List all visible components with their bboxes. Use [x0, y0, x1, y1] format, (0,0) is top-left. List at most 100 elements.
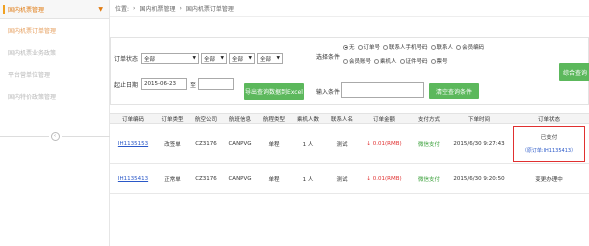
order-amount: ↓ 0.01(RMB) — [359, 164, 409, 193]
radio-circle — [343, 44, 348, 50]
col-order-time: 下单时间 — [467, 116, 490, 123]
condition-label: 选择条件 — [316, 54, 341, 61]
sidebar-item-platform-unit[interactable]: 平台营单位管理 — [0, 63, 109, 85]
payment-method: 微信支付 — [417, 141, 440, 148]
pay-select[interactable]: 全部 ▼ — [257, 53, 284, 64]
chevron-down-icon[interactable]: ▼ — [98, 6, 103, 13]
contact-name: 测试 — [336, 176, 348, 183]
date-to-input[interactable] — [198, 78, 235, 90]
col-payment: 支付方式 — [417, 116, 440, 123]
order-status-label: 订单状态 — [114, 56, 139, 63]
payment-method: 微信支付 — [417, 176, 440, 183]
radio-label: 订单号 — [363, 45, 381, 51]
col-trip-type: 航程类型 — [262, 116, 285, 123]
dropdown-arrow-icon: ▼ — [248, 56, 253, 61]
status-highlight-box: 已支付 （原订单:IH1135413） — [513, 125, 585, 162]
order-type: 改签单 — [164, 141, 181, 148]
select-value: 全部 — [144, 56, 156, 63]
radio-circle — [430, 58, 436, 64]
col-contact: 联系人名 — [330, 116, 353, 123]
passenger-count: 1 人 — [302, 141, 314, 148]
table-row[interactable]: IH1135413 正常单 CZ3176 CANPVG 单程 1 人 测试 ↓ … — [110, 164, 589, 194]
order-code-link[interactable]: IH1135153 — [110, 124, 156, 163]
radio-contact[interactable]: 联系人 — [430, 43, 454, 51]
collapse-left-icon[interactable]: ‹ — [50, 131, 60, 141]
sidebar-item-special-policy[interactable]: 国内特价政策管理 — [0, 85, 109, 107]
radio-ticket-no[interactable]: 票号 — [430, 57, 448, 65]
breadcrumb-item-domestic[interactable]: 国内机票管理 — [139, 4, 175, 13]
col-order-code: 订单编码 — [121, 116, 144, 123]
radio-label: 证件号码 — [405, 59, 428, 65]
select-value: 全部 — [204, 56, 216, 63]
sidebar-item-order-management[interactable]: 国内机票订单管理 — [0, 19, 109, 41]
passenger-count: 1 人 — [302, 176, 314, 183]
flight-info: CANPVG — [228, 140, 252, 147]
export-excel-button[interactable]: 导出查询数据到Excel — [244, 83, 304, 100]
order-type: 正常单 — [164, 176, 181, 183]
main-panel: 位置: › 国内机票管理 › 国内机票订单管理 订单状态 全部 ▼ 全部 ▼ 全部 ▼… — [110, 0, 589, 246]
order-time: 2015/6/30 9:27:43 — [453, 140, 505, 147]
radio-label: 联系人手机号码 — [389, 45, 428, 51]
radio-member-account[interactable]: 会员账号 — [343, 57, 371, 65]
radio-none[interactable]: 无 — [343, 43, 355, 51]
orders-table: 订单编码 订单类型 航空公司 航班信息 航程类型 乘机人数 联系人名 订单金额 … — [110, 113, 589, 194]
col-airline: 航空公司 — [194, 116, 217, 123]
condition-input[interactable] — [341, 82, 424, 98]
flight-info: CANPVG — [228, 175, 252, 182]
radio-label: 联系人 — [436, 45, 454, 51]
input-condition-label: 输入条件 — [316, 89, 341, 96]
type-select[interactable]: 全部 ▼ — [201, 53, 228, 64]
date-from-input[interactable]: 2015-06-23 — [141, 78, 188, 90]
radio-order-no[interactable]: 订单号 — [357, 43, 381, 51]
radio-label: 票号 — [436, 59, 448, 65]
dropdown-arrow-icon: ▼ — [276, 56, 281, 61]
radio-circle — [430, 44, 436, 50]
breadcrumb-separator: › — [133, 4, 136, 12]
divider — [0, 135, 49, 137]
radio-label: 会员账号 — [349, 59, 372, 65]
flag-marker — [3, 4, 5, 14]
radio-label: 会员编码 — [462, 45, 485, 51]
select-value: 全部 — [232, 56, 244, 63]
clear-button[interactable]: 清空查询条件 — [429, 83, 479, 99]
airline: CZ3176 — [195, 175, 217, 182]
radio-member-code[interactable]: 会员编码 — [456, 43, 484, 51]
original-order-link[interactable]: （原订单:IH1135413） — [522, 147, 576, 154]
amount-value: 0.01(RMB) — [372, 140, 402, 147]
order-time: 2015/6/30 9:20:50 — [453, 175, 505, 182]
sidebar-header-label: 国内机票管理 — [8, 6, 45, 14]
table-header: 订单编码 订单类型 航空公司 航班信息 航程类型 乘机人数 联系人名 订单金额 … — [110, 113, 589, 124]
trip-select[interactable]: 全部 ▼ — [229, 53, 256, 64]
status-text: 已支付 — [540, 135, 558, 141]
breadcrumb-item-orders[interactable]: 国内机票订单管理 — [186, 4, 234, 13]
filter-panel: 订单状态 全部 ▼ 全部 ▼ 全部 ▼ 全部 ▼ 选择条件 无 订单号 联系人手机号码 … — [110, 37, 589, 105]
col-order-type: 订单类型 — [161, 116, 184, 123]
dropdown-arrow-icon: ▼ — [220, 56, 225, 61]
order-status-cell: 已支付 （原订单:IH1135413） — [509, 124, 589, 163]
order-code-link[interactable]: IH1135413 — [110, 164, 156, 193]
date-to-label: 至 — [190, 81, 197, 89]
col-status: 订单状态 — [537, 116, 560, 123]
radio-id-number[interactable]: 证件号码 — [399, 57, 428, 65]
radio-passenger[interactable]: 乘机人 — [374, 57, 397, 65]
search-button[interactable]: 综合查询 — [559, 63, 589, 81]
table-row[interactable]: IH1135153 改签单 CZ3176 CANPVG 单程 1 人 测试 ↓ … — [110, 124, 589, 164]
breadcrumb: 位置: › 国内机票管理 › 国内机票订单管理 — [110, 0, 589, 17]
sidebar-header[interactable]: 国内机票管理 ▼ — [0, 0, 109, 19]
radio-circle — [343, 58, 348, 64]
radio-label: 乘机人 — [380, 59, 397, 65]
radio-circle — [383, 44, 389, 50]
airline: CZ3176 — [195, 140, 217, 147]
select-value: 全部 — [260, 56, 272, 63]
breadcrumb-prefix: 位置: — [115, 5, 130, 13]
radio-contact-phone[interactable]: 联系人手机号码 — [383, 43, 428, 51]
breadcrumb-separator: › — [179, 4, 182, 12]
order-status-select[interactable]: 全部 ▼ — [141, 53, 200, 64]
radio-circle — [357, 44, 363, 50]
radio-label: 无 — [349, 45, 355, 51]
radio-circle — [399, 58, 405, 64]
sidebar-collapse: ‹ — [0, 130, 110, 142]
order-amount: ↓ 0.01(RMB) — [359, 124, 409, 163]
sidebar-item-business-policy[interactable]: 国内机票业务政策 — [0, 41, 109, 63]
col-flight: 航班信息 — [228, 116, 251, 123]
